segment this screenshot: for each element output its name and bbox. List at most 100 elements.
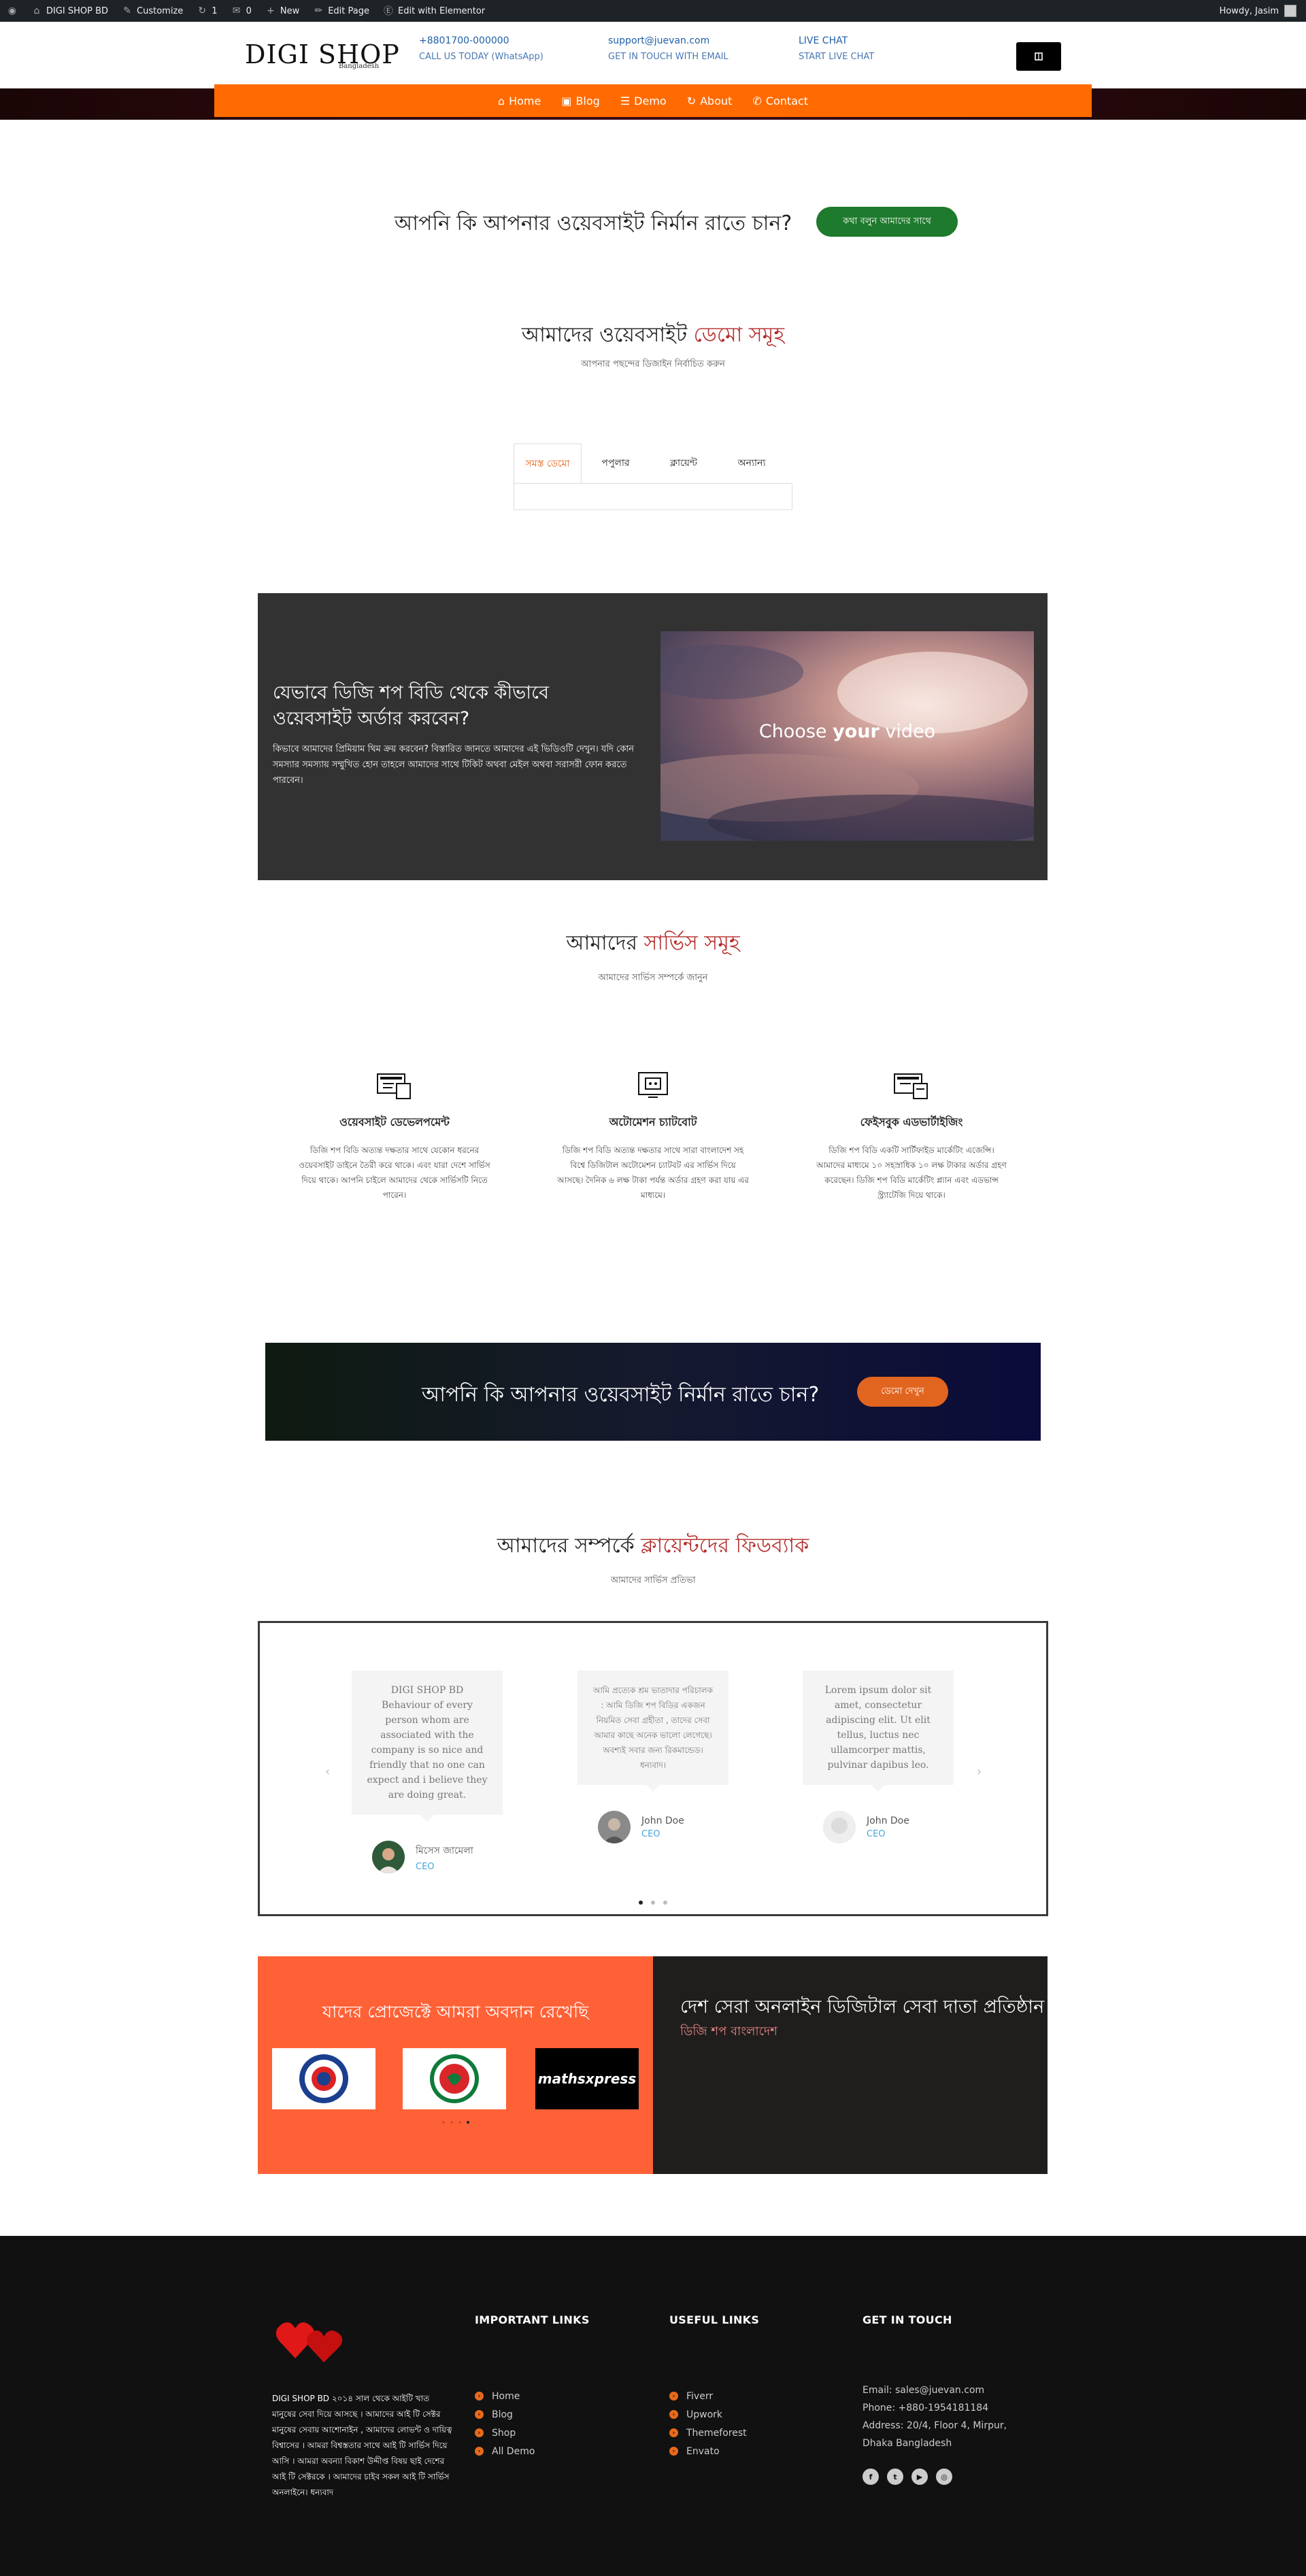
main-navigation: ⌂ Home ▣ Blog ☰ Demo ↻ About ✆ Contact xyxy=(214,84,1092,117)
carousel-dot[interactable] xyxy=(639,1901,643,1905)
site-footer: DIGI SHOP BD ২০১৪ সাল থেকে আইটি খাত মানু… xyxy=(0,2236,1306,2576)
admin-customize-link[interactable]: ✎ Customize xyxy=(115,0,190,22)
tab-all-demos[interactable]: সমস্ত ডেমো xyxy=(514,444,582,483)
testimonial-quote: আমি প্রত্যেক শ্রম ভাতাদার পরিচালক : আমি … xyxy=(577,1671,729,1792)
footer-email[interactable]: Email: sales@juevan.com xyxy=(863,2381,1033,2399)
testimonial-card: DIGI SHOP BD Behaviour of every person w… xyxy=(352,1671,503,1873)
tab-popular[interactable]: পপুলার xyxy=(582,444,650,483)
hearts-logo xyxy=(275,2311,350,2368)
footer-link[interactable]: › Upwork xyxy=(669,2405,747,2424)
mathsxpress-text: mathsxpress xyxy=(537,2071,637,2087)
carousel-dot[interactable] xyxy=(450,2121,453,2124)
contact-phone[interactable]: +8801700-000000 CALL US TODAY (WhatsApp) xyxy=(419,33,543,65)
footer-about-text: DIGI SHOP BD ২০১৪ সাল থেকে আইটি খাত মানু… xyxy=(272,2394,452,2497)
phone-icon: ✆ xyxy=(752,94,762,107)
testimonial-role: CEO xyxy=(641,1828,660,1839)
chevron-right-icon: › xyxy=(475,2428,484,2437)
view-demo-button[interactable]: ডেমো দেখুন xyxy=(857,1377,948,1407)
book-icon xyxy=(1035,52,1043,61)
video-label-pre: Choose xyxy=(758,721,827,742)
footer-link[interactable]: › Fiverr xyxy=(669,2387,747,2405)
admin-customize-label: Customize xyxy=(137,5,184,16)
tab-client[interactable]: ক্লায়েন্ট xyxy=(650,444,718,483)
footer-link[interactable]: › Envato xyxy=(669,2442,747,2460)
contact-live-chat[interactable]: LIVE CHAT START LIVE CHAT xyxy=(799,33,874,65)
carousel-dot[interactable] xyxy=(441,2121,445,2124)
testimonial-author: John Doe CEO xyxy=(598,1811,729,1843)
nav-item-blog[interactable]: ▣ Blog xyxy=(561,95,600,107)
admin-edit-page-link[interactable]: ✏ Edit Page xyxy=(306,0,376,22)
carousel-next-arrow[interactable]: › xyxy=(977,1764,982,1779)
footer-link-label: Home xyxy=(492,2390,520,2402)
footer-important-links: › Home › Blog › Shop › All Demo xyxy=(475,2387,535,2460)
carousel-prev-arrow[interactable]: ‹ xyxy=(325,1764,330,1779)
footer-link[interactable]: › Blog xyxy=(475,2405,535,2424)
admin-new-link[interactable]: + New xyxy=(258,0,306,22)
video-placeholder-label: Choose your video xyxy=(660,721,1034,742)
avatar xyxy=(598,1811,631,1843)
carousel-dot[interactable] xyxy=(458,2121,461,2124)
clients-title: যাদের প্রোজেক্টে আমরা অবদান রেখেছি xyxy=(322,2002,589,2022)
admin-elementor-link[interactable]: Ⓔ Edit with Elementor xyxy=(376,0,492,22)
carousel-dot[interactable] xyxy=(466,2121,469,2124)
demos-title-text: আমাদের ওয়েবসাইট xyxy=(521,323,688,347)
nav-item-label: Home xyxy=(509,94,541,107)
footer-phone[interactable]: Phone: +880-1954181184 xyxy=(863,2399,1033,2417)
youtube-icon[interactable]: ▶ xyxy=(911,2469,928,2485)
clients-pagination xyxy=(258,2121,653,2124)
contact-email-value: support@juevan.com xyxy=(608,35,710,46)
admin-updates-count: 1 xyxy=(212,5,218,16)
tab-others[interactable]: অন্যান্য xyxy=(718,444,786,483)
services-title-text: আমাদের xyxy=(566,931,638,955)
pencil-icon: ✏ xyxy=(314,5,323,16)
nav-item-label: Contact xyxy=(765,94,809,107)
chatbot-icon xyxy=(635,1071,671,1101)
provider-banner: দেশ সেরা অনলাইন ডিজিটাল সেবা দাতা প্রতিষ… xyxy=(653,1956,1048,2174)
wordpress-logo[interactable]: ◉ xyxy=(0,0,24,22)
video-player[interactable]: Choose your video xyxy=(660,631,1034,841)
testimonial-role: CEO xyxy=(416,1861,435,1872)
dribbble-icon[interactable]: ◎ xyxy=(936,2469,952,2485)
chevron-right-icon: › xyxy=(475,2392,484,2401)
services-subtitle: আমাদের সার্ভিস সম্পর্কে জানুন xyxy=(598,973,708,983)
footer-link[interactable]: › Shop xyxy=(475,2424,535,2442)
testimonial-card: আমি প্রত্যেক শ্রম ভাতাদার পরিচালক : আমি … xyxy=(577,1671,729,1843)
footer-link[interactable]: › All Demo xyxy=(475,2442,535,2460)
facebook-icon[interactable]: f xyxy=(863,2469,879,2485)
hero-contact-button[interactable]: কথা বলুন আমাদের সাথে xyxy=(816,207,958,237)
admin-bar: ◉ ⌂ DIGI SHOP BD ✎ Customize ↻ 1 ✉ 0 + New ✏ E… xyxy=(0,0,1306,22)
wordpress-icon: ◉ xyxy=(7,5,17,16)
testimonial-carousel: ‹ › DIGI SHOP BD Behaviour of every pers… xyxy=(258,1621,1048,1916)
refresh-icon: ↻ xyxy=(686,94,697,107)
admin-account[interactable]: Howdy, Jasim xyxy=(1220,5,1306,17)
video-section-text: কিভাবে আমাদের প্রিমিয়াম থিম ক্রয় করবেন… xyxy=(273,744,634,786)
carousel-dot[interactable] xyxy=(663,1901,667,1905)
nav-item-demo[interactable]: ☰ Demo xyxy=(620,95,667,107)
header-menu-button[interactable] xyxy=(1016,42,1061,71)
twitter-icon[interactable]: t xyxy=(887,2469,903,2485)
home-icon: ⌂ xyxy=(33,5,40,16)
admin-updates-link[interactable]: ↻ 1 xyxy=(190,0,224,22)
contact-email[interactable]: support@juevan.com GET IN TOUCH WITH EMA… xyxy=(608,33,729,65)
video-label-bold: your xyxy=(833,721,880,742)
admin-elementor-label: Edit with Elementor xyxy=(398,5,486,16)
contact-phone-value: +8801700-000000 xyxy=(419,35,509,46)
nav-item-home[interactable]: ⌂ Home xyxy=(498,95,541,107)
service-title: ফেইসবুক এডভার্টাইজিং xyxy=(860,1116,963,1128)
chevron-right-icon: › xyxy=(669,2447,678,2456)
admin-site-link[interactable]: ⌂ DIGI SHOP BD xyxy=(24,0,115,22)
site-logo-subtitle: Bangladesh xyxy=(339,63,380,70)
brush-icon: ✎ xyxy=(123,5,131,16)
footer-contact-title: GET IN TOUCH xyxy=(863,2313,952,2326)
admin-comments-link[interactable]: ✉ 0 xyxy=(224,0,258,22)
demos-title-highlight: ডেমো সমূহ xyxy=(693,323,785,347)
clients-section: যাদের প্রোজেক্টে আমরা অবদান রেখেছি maths… xyxy=(258,1956,653,2174)
carousel-pagination xyxy=(260,1901,1046,1905)
nav-item-about[interactable]: ↻ About xyxy=(687,95,733,107)
contact-chat-value: LIVE CHAT xyxy=(799,35,848,46)
nav-item-contact[interactable]: ✆ Contact xyxy=(752,95,808,107)
footer-link[interactable]: › Home xyxy=(475,2387,535,2405)
carousel-dot[interactable] xyxy=(651,1901,655,1905)
footer-link[interactable]: › Themeforest xyxy=(669,2424,747,2442)
admin-greeting: Howdy, Jasim xyxy=(1219,5,1279,16)
